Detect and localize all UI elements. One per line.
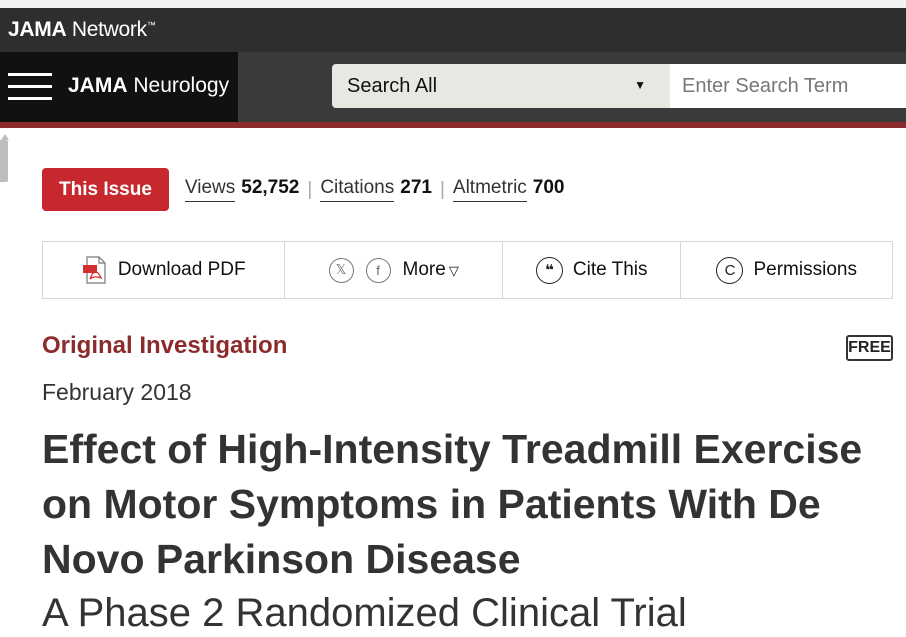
permissions-button[interactable]: C Permissions xyxy=(681,242,892,298)
article-subtitle: A Phase 2 Randomized Clinical Trial xyxy=(42,591,687,635)
citations-value: 271 xyxy=(400,177,432,198)
citations-metric[interactable]: Citations 271 xyxy=(320,177,432,202)
free-badge: FREE xyxy=(846,335,893,361)
quote-icon: ❝ xyxy=(535,256,563,284)
views-metric[interactable]: Views 52,752 xyxy=(184,177,300,202)
jama-network-logo[interactable]: JAMA Network™ xyxy=(8,18,156,42)
top-strip xyxy=(0,0,906,8)
journal-bar: JAMA Neurology Search All ▼ xyxy=(0,52,906,122)
this-issue-button[interactable]: This Issue xyxy=(42,168,169,211)
journal-brand-bold: JAMA xyxy=(68,74,128,97)
altmetric-value: 700 xyxy=(532,177,565,198)
journal-branding: JAMA Neurology xyxy=(0,52,238,122)
search-scope-label: Search All xyxy=(347,74,438,97)
chevron-down-icon: ▼ xyxy=(634,78,646,92)
chevron-down-icon: ▽ xyxy=(448,263,459,278)
page: JAMA Network™ JAMA Neurology Search All … xyxy=(0,0,906,637)
menu-icon[interactable] xyxy=(8,73,52,101)
trademark: ™ xyxy=(146,20,156,30)
scroll-to-top-tab[interactable] xyxy=(0,134,9,182)
altmetric-metric[interactable]: Altmetric 700 xyxy=(452,177,565,202)
journal-brand-rest: Neurology xyxy=(127,74,230,97)
altmetric-label: Altmetric xyxy=(452,177,527,202)
article-metrics: This Issue Views 52,752 | Citations 271 … xyxy=(42,168,565,211)
share-group: 𝕏 f More ▽ xyxy=(285,242,503,298)
article-type[interactable]: Original Investigation xyxy=(42,332,287,360)
permissions-label: Permissions xyxy=(753,259,857,280)
publication-date: February 2018 xyxy=(42,379,192,405)
network-brand-bold: JAMA xyxy=(8,18,67,41)
pdf-icon xyxy=(82,256,106,284)
views-value: 52,752 xyxy=(241,177,300,198)
search-input[interactable] xyxy=(670,64,906,108)
x-share-icon[interactable]: 𝕏 xyxy=(328,257,354,283)
more-share-button[interactable]: More ▽ xyxy=(403,259,459,281)
divider: | xyxy=(439,178,445,200)
facebook-share-icon[interactable]: f xyxy=(365,257,391,283)
network-brand-rest: Network xyxy=(66,18,147,41)
cite-this-label: Cite This xyxy=(572,259,648,280)
citations-label: Citations xyxy=(320,177,395,202)
more-label: More xyxy=(402,259,446,280)
network-header: JAMA Network™ xyxy=(0,8,906,52)
cite-this-button[interactable]: ❝ Cite This xyxy=(503,242,682,298)
download-pdf-label: Download PDF xyxy=(117,259,246,280)
search-scope-select[interactable]: Search All ▼ xyxy=(332,64,670,108)
download-pdf-button[interactable]: Download PDF xyxy=(43,242,286,298)
views-label: Views xyxy=(184,177,236,202)
divider: | xyxy=(307,178,313,200)
journal-logo[interactable]: JAMA Neurology xyxy=(68,74,229,98)
header-divider xyxy=(0,122,906,128)
article-toolbar: Download PDF 𝕏 f More ▽ ❝ Cite This C Per… xyxy=(42,241,893,299)
copyright-icon: C xyxy=(716,256,744,284)
article-title: Effect of High-Intensity Treadmill Exerc… xyxy=(42,426,863,582)
